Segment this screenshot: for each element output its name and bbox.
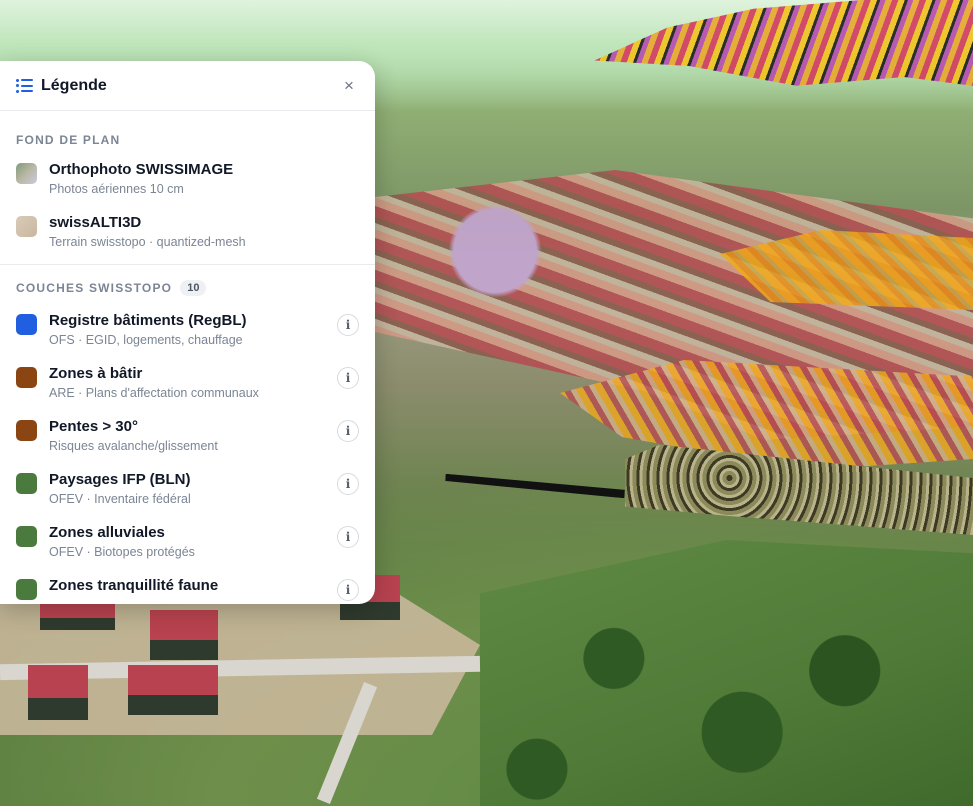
basemap-section: FOND DE PLAN Orthophoto SWISSIMAGE Photo… xyxy=(0,133,375,250)
building[interactable] xyxy=(150,610,218,660)
section-label: COUCHES SWISSTOPO xyxy=(16,281,173,295)
building[interactable] xyxy=(28,665,88,720)
list-icon xyxy=(16,78,33,93)
info-icon[interactable]: i xyxy=(337,420,359,442)
layer-item-zones-alluviales[interactable]: Zones alluviales OFEV · Biotopes protégé… xyxy=(0,524,375,560)
layer-item-zones-a-batir[interactable]: Zones à bâtir ARE · Plans d'affectation … xyxy=(0,365,375,401)
layers-section-header: COUCHES SWISSTOPO 10 xyxy=(0,280,375,296)
layer-count-badge: 10 xyxy=(180,280,207,296)
legend-header: Légende × xyxy=(0,61,375,111)
item-subtitle: Risques avalanche/glissement xyxy=(49,439,218,453)
item-subtitle: Photos aériennes 10 cm xyxy=(49,182,184,196)
item-subtitle: OFEV · Inventaire fédéral xyxy=(49,492,191,506)
layer-color-swatch xyxy=(16,526,37,547)
item-subtitle: OFS · EGID, logements, chauffage xyxy=(49,333,243,347)
close-icon[interactable]: × xyxy=(339,76,359,96)
building[interactable] xyxy=(40,600,115,630)
basemap-item-terrain[interactable]: swissALTI3D Terrain swisstopo · quantize… xyxy=(0,214,375,250)
layer-color-swatch xyxy=(16,579,37,600)
layers-list: Registre bâtiments (RegBL) OFS · EGID, l… xyxy=(0,312,375,601)
basemap-item-orthophoto[interactable]: Orthophoto SWISSIMAGE Photos aériennes 1… xyxy=(0,161,375,197)
terrain-shadow xyxy=(445,474,625,499)
item-subtitle: Terrain swisstopo · quantized-mesh xyxy=(49,235,246,249)
building-zone-overlay-south xyxy=(560,360,973,470)
info-icon[interactable]: i xyxy=(337,579,359,601)
info-icon[interactable]: i xyxy=(337,367,359,389)
layer-color-swatch xyxy=(16,367,37,388)
item-subtitle: OFEV · Biotopes protégés xyxy=(49,545,195,559)
layer-color-swatch xyxy=(16,473,37,494)
section-label: FOND DE PLAN xyxy=(16,133,121,147)
layer-item-ifp-bln[interactable]: Paysages IFP (BLN) OFEV · Inventaire féd… xyxy=(0,471,375,507)
legend-title: Légende xyxy=(41,76,107,94)
legend-panel: Légende × FOND DE PLAN Orthophoto SWISSI… xyxy=(0,61,375,604)
item-name: Zones tranquillité faune xyxy=(49,577,219,594)
item-name: Zones alluviales xyxy=(49,524,165,541)
item-name: swissALTI3D xyxy=(49,214,142,231)
info-icon[interactable]: i xyxy=(337,473,359,495)
orthophoto-swatch xyxy=(16,163,37,184)
building[interactable] xyxy=(128,665,218,715)
info-icon[interactable]: i xyxy=(337,526,359,548)
forest-patches xyxy=(460,560,973,806)
section-divider xyxy=(0,264,375,265)
item-name: Orthophoto SWISSIMAGE xyxy=(49,161,234,178)
item-name: Paysages IFP (BLN) xyxy=(49,471,191,488)
terrain-swatch xyxy=(16,216,37,237)
item-name: Pentes > 30° xyxy=(49,418,138,435)
item-name: Zones à bâtir xyxy=(49,365,143,382)
layer-item-pentes[interactable]: Pentes > 30° Risques avalanche/glissemen… xyxy=(0,418,375,454)
layer-color-swatch xyxy=(16,420,37,441)
info-icon[interactable]: i xyxy=(337,314,359,336)
layer-color-swatch xyxy=(16,314,37,335)
layer-item-regbl[interactable]: Registre bâtiments (RegBL) OFS · EGID, l… xyxy=(0,312,375,348)
item-name: Registre bâtiments (RegBL) xyxy=(49,312,247,329)
item-subtitle: ARE · Plans d'affectation communaux xyxy=(49,386,259,400)
layer-item-tranquillite-faune[interactable]: Zones tranquillité faune i xyxy=(0,577,375,601)
